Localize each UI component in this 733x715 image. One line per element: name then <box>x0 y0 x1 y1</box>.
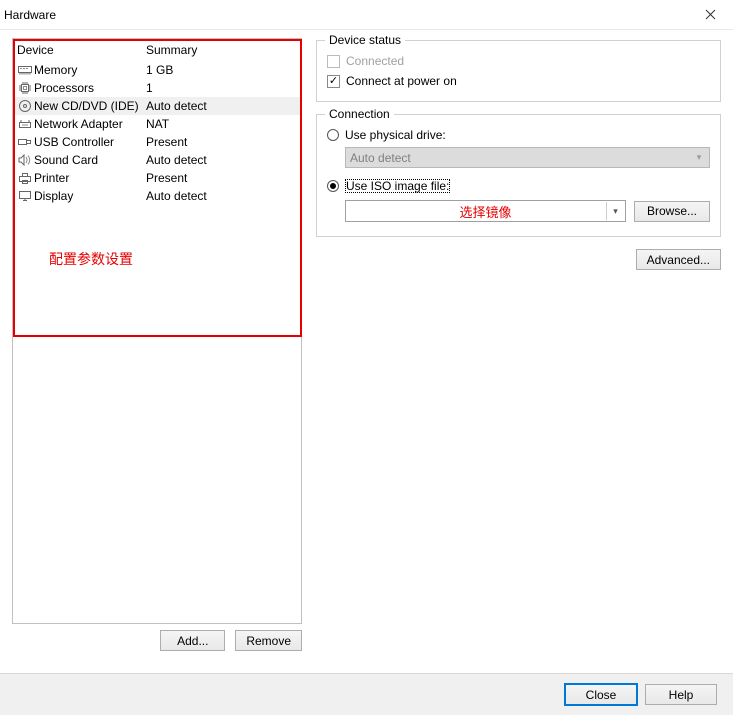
device-summary: Present <box>146 171 301 185</box>
cd-icon <box>16 99 33 113</box>
physical-drive-combo: Auto detect ▾ <box>345 147 710 168</box>
device-list-header: Device Summary <box>13 39 301 61</box>
header-summary[interactable]: Summary <box>146 43 301 57</box>
cpu-icon <box>16 81 33 95</box>
power-on-label[interactable]: Connect at power on <box>346 74 457 88</box>
header-device[interactable]: Device <box>13 43 146 57</box>
chevron-down-icon: ▾ <box>691 150 707 165</box>
device-summary: 1 GB <box>146 63 301 77</box>
device-name: Display <box>33 189 146 203</box>
browse-button[interactable]: Browse... <box>634 201 710 222</box>
printer-icon <box>16 172 33 185</box>
title-bar: Hardware <box>0 0 733 30</box>
advanced-button[interactable]: Advanced... <box>636 249 721 270</box>
device-row[interactable]: Network AdapterNAT <box>13 115 301 133</box>
sound-icon <box>16 154 33 166</box>
device-row[interactable]: DisplayAuto detect <box>13 187 301 205</box>
connected-checkbox <box>327 55 340 68</box>
device-row[interactable]: USB ControllerPresent <box>13 133 301 151</box>
device-name: USB Controller <box>33 135 146 149</box>
memory-icon <box>16 65 33 76</box>
annotation-text: 配置参数设置 <box>49 249 133 269</box>
device-status-group: Device status Connected Connect at power… <box>316 40 721 102</box>
add-button[interactable]: Add... <box>160 630 225 651</box>
device-name: Memory <box>33 63 146 77</box>
connection-group: Connection Use physical drive: Auto dete… <box>316 114 721 237</box>
iso-label[interactable]: Use ISO image file: <box>345 179 450 193</box>
usb-icon <box>16 136 33 148</box>
device-name: New CD/DVD (IDE) <box>33 99 146 113</box>
device-row[interactable]: Sound CardAuto detect <box>13 151 301 169</box>
physical-drive-label[interactable]: Use physical drive: <box>345 128 446 142</box>
device-summary: Present <box>146 135 301 149</box>
remove-button[interactable]: Remove <box>235 630 302 651</box>
close-button[interactable]: Close <box>565 684 637 705</box>
device-row[interactable]: Processors1 <box>13 79 301 97</box>
window-title: Hardware <box>4 8 56 22</box>
close-icon[interactable] <box>687 0 733 30</box>
power-on-checkbox[interactable] <box>327 75 340 88</box>
connection-legend: Connection <box>325 107 394 121</box>
device-status-legend: Device status <box>325 33 405 47</box>
device-name: Processors <box>33 81 146 95</box>
device-name: Sound Card <box>33 153 146 167</box>
dialog-footer: Close Help <box>0 673 733 715</box>
device-summary: Auto detect <box>146 189 301 203</box>
device-name: Printer <box>33 171 146 185</box>
device-summary: NAT <box>146 117 301 131</box>
physical-drive-radio[interactable] <box>327 129 339 141</box>
device-list-panel: Device Summary Memory1 GBProcessors1New … <box>12 38 302 624</box>
connected-label: Connected <box>346 54 404 68</box>
device-summary: Auto detect <box>146 153 301 167</box>
device-summary: Auto detect <box>146 99 301 113</box>
help-button[interactable]: Help <box>645 684 717 705</box>
chevron-down-icon[interactable]: ▾ <box>606 202 624 220</box>
iso-file-combo[interactable]: 选择镜像 ▾ <box>345 200 626 222</box>
device-row[interactable]: PrinterPresent <box>13 169 301 187</box>
network-icon <box>16 118 33 130</box>
device-row[interactable]: New CD/DVD (IDE)Auto detect <box>13 97 301 115</box>
iso-radio[interactable] <box>327 180 339 192</box>
device-row[interactable]: Memory1 GB <box>13 61 301 79</box>
physical-drive-value: Auto detect <box>350 151 411 165</box>
display-icon <box>16 190 33 202</box>
device-name: Network Adapter <box>33 117 146 131</box>
device-summary: 1 <box>146 81 301 95</box>
iso-placeholder: 选择镜像 <box>459 202 511 221</box>
